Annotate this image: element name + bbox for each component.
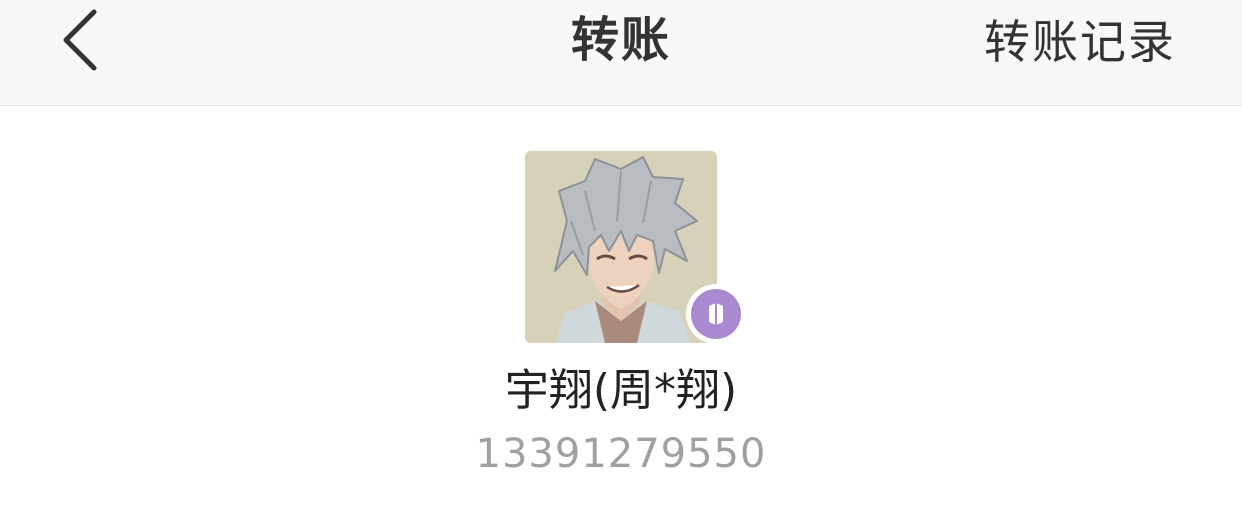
verified-badge — [686, 284, 746, 344]
recipient-phone: 13391279550 — [475, 431, 767, 477]
recipient-avatar-container — [525, 151, 746, 344]
navigation-bar: 转账 转账记录 — [0, 0, 1242, 106]
transfer-records-link[interactable]: 转账记录 — [984, 14, 1176, 70]
recipient-name: 宇翔(周*翔) — [504, 365, 738, 416]
transfer-screen: 转账 转账记录 宇翔(周*翔) 13391279550 — [0, 0, 1242, 518]
verified-badge-icon — [709, 303, 723, 325]
